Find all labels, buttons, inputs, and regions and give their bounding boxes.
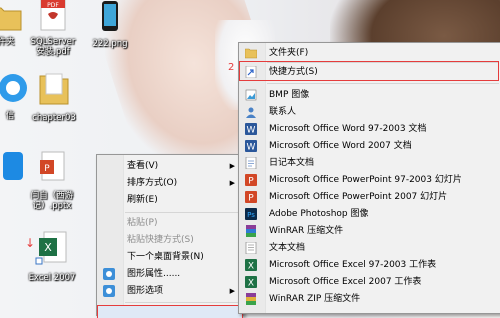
excel-icon: X [35,231,67,265]
menu-item-label: WinRAR 压缩文件 [269,226,344,236]
menu-item-label: Microsoft Office Excel 2007 工作表 [269,277,422,287]
menu-separator [267,83,499,84]
desktop-icon-chapter03[interactable]: chapter03 [22,70,86,123]
menu-item-label: 日记本文档 [269,158,315,168]
red-arrow-icon: ↓ [25,236,36,250]
new-item-excel-2007[interactable]: X Microsoft Office Excel 2007 工作表 [239,274,500,290]
desktop-icon-label: SQLServer 安装.pdf [30,37,76,57]
menu-item-label: WinRAR ZIP 压缩文件 [269,294,361,304]
word-icon: W [245,140,257,152]
svg-text:X: X [248,262,254,272]
excel-icon: X [245,276,257,288]
new-item-winrar-zip[interactable]: WinRAR ZIP 压缩文件 [239,291,500,307]
pdf-icon: PDF [40,0,66,31]
image-icon [102,1,118,31]
folder-icon [245,48,257,59]
graphics-icon [103,285,115,297]
menu-item-new-highlighted[interactable] [97,305,243,318]
new-item-word-2007[interactable]: W Microsoft Office Word 2007 文档 [239,138,500,154]
svg-text:W: W [247,126,256,136]
contact-icon [246,107,256,118]
submenu-arrow-icon: ▶ [229,287,235,295]
menu-item-label: 图形选项 [127,286,164,296]
new-submenu: 文件夹(F) 快捷方式(S) BMP 图像 联系人 W Microsoft Of… [238,42,500,314]
menu-item-label: 刷新(E) [127,195,158,205]
bmp-icon [245,89,257,101]
excel-icon: X [245,259,257,271]
svg-text:P: P [248,194,254,204]
menu-item-label: 联系人 [269,107,297,117]
pptx-icon: P [40,151,65,181]
desktop-icon-pptx[interactable]: P 闫自（西游 记）.pptx [20,150,84,211]
journal-icon [245,157,257,169]
menu-item-label: Microsoft Office Word 97-2003 文档 [269,124,427,134]
menu-separator [125,302,241,303]
powerpoint-icon: P [245,191,257,203]
menu-item-label: Microsoft Office PowerPoint 97-2003 幻灯片 [269,175,462,185]
menu-item-label: Microsoft Office Excel 97-2003 工作表 [269,260,437,270]
new-item-bmp[interactable]: BMP 图像 [239,87,500,103]
menu-item-next-background[interactable]: 下一个桌面背景(N) [97,249,243,265]
svg-text:P: P [44,164,50,174]
winrar-zip-icon [246,293,256,305]
new-item-ppt-2007[interactable]: P Microsoft Office PowerPoint 2007 幻灯片 [239,189,500,205]
powerpoint-icon: P [245,174,257,186]
menu-item-view[interactable]: 查看(V) ▶ [97,158,243,174]
svg-text:X: X [44,241,52,254]
menu-item-paste-shortcut[interactable]: 粘贴快捷方式(S) [97,232,243,248]
folder-icon [39,73,69,105]
menu-item-label: 图形属性...... [127,269,181,279]
folder-icon [0,7,22,31]
new-item-photoshop[interactable]: Ps Adobe Photoshop 图像 [239,206,500,222]
menu-item-paste[interactable]: 粘贴(P) [97,215,243,231]
menu-item-label: 粘贴快捷方式(S) [127,235,194,245]
menu-item-label: 文本文档 [269,243,306,253]
menu-item-graphics-properties[interactable]: 图形属性...... [97,266,243,282]
new-item-word-97-2003[interactable]: W Microsoft Office Word 97-2003 文档 [239,121,500,137]
svg-text:W: W [247,143,256,153]
desktop-icon-label: 闫自（西游 记）.pptx [30,191,74,211]
submenu-arrow-icon: ▶ [229,162,235,170]
svg-text:P: P [248,177,254,187]
new-item-contact[interactable]: 联系人 [239,104,500,120]
menu-item-label: 排序方式(O) [127,178,178,188]
menu-item-label: Adobe Photoshop 图像 [269,209,369,219]
word-icon: W [245,123,257,135]
menu-item-label: BMP 图像 [269,90,310,100]
new-item-winrar[interactable]: WinRAR 压缩文件 [239,223,500,239]
step-marker: 2 [228,62,235,73]
menu-item-sort-by[interactable]: 排序方式(O) ▶ [97,175,243,191]
pdf-badge: PDF [47,2,59,9]
menu-item-label: Microsoft Office Word 2007 文档 [269,141,412,151]
menu-item-label: Microsoft Office PowerPoint 2007 幻灯片 [269,192,448,202]
new-item-journal[interactable]: 日记本文档 [239,155,500,171]
new-item-excel-97-2003[interactable]: X Microsoft Office Excel 97-2003 工作表 [239,257,500,273]
desktop-context-menu: 查看(V) ▶ 排序方式(O) ▶ 刷新(E) 粘贴(P) 粘贴快捷方式(S) … [96,154,244,318]
menu-separator [125,212,241,213]
menu-item-label: 文件夹(F) [269,48,309,58]
shortcut-highlight-box [239,61,499,81]
desktop-icon-222-png[interactable]: 222.png [78,0,142,49]
photoshop-icon: Ps [245,208,257,220]
menu-item-label: 粘贴(P) [127,218,158,228]
new-item-text[interactable]: 文本文档 [239,240,500,256]
desktop-icon-label: 222.png [92,39,128,49]
svg-text:Ps: Ps [247,211,255,219]
menu-item-graphics-options[interactable]: 图形选项 ▶ [97,283,243,299]
desktop-icon-label: chapter03 [32,113,76,123]
menu-item-refresh[interactable]: 刷新(E) [97,192,243,208]
winrar-icon [246,225,256,237]
graphics-icon [103,268,115,280]
svg-text:X: X [248,279,254,289]
submenu-arrow-icon: ▶ [229,179,235,187]
desktop-icon-label: Excel 2007 [28,273,76,283]
menu-item-label: 下一个桌面背景(N) [127,252,204,262]
new-item-ppt-97-2003[interactable]: P Microsoft Office PowerPoint 97-2003 幻灯… [239,172,500,188]
menu-item-label: 查看(V) [127,161,159,171]
new-item-folder[interactable]: 文件夹(F) [239,45,500,61]
desktop-icon-sqlserver-pdf[interactable]: PDF SQLServer 安装.pdf [21,0,85,57]
text-icon [245,242,257,254]
